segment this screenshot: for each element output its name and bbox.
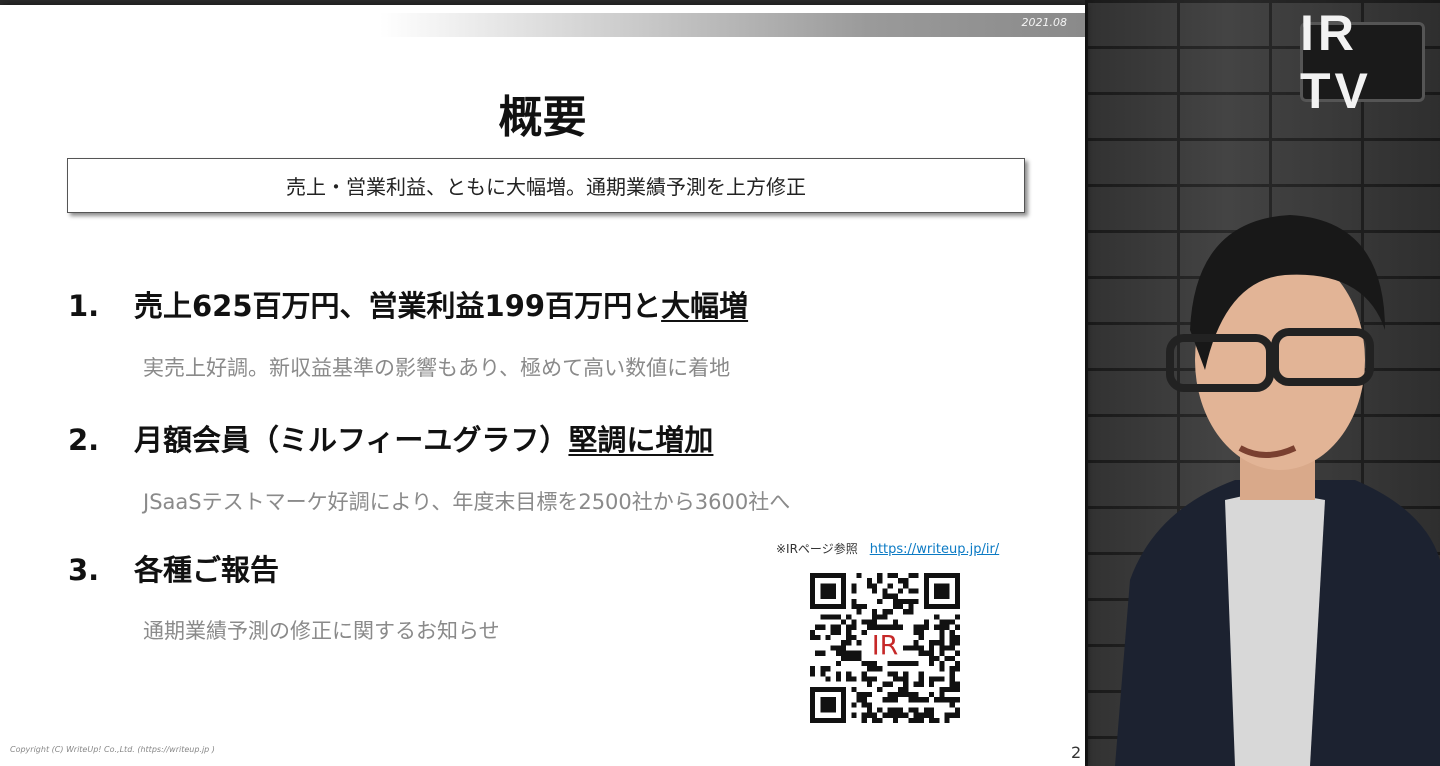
qr-code: IR: [810, 573, 960, 723]
copyright-text: Copyright (C) WriteUp! Co.,Ltd. (https:/…: [10, 745, 215, 754]
item-headline: 各種ご報告: [134, 553, 280, 587]
ir-page-link[interactable]: https://writeup.jp/ir/: [870, 542, 1000, 557]
logo-text: IR TV: [1300, 5, 1372, 119]
item-number: 1.: [68, 289, 100, 323]
item-3-detail: 通期業績予測の修正に関するお知らせ: [143, 619, 500, 643]
item-1-detail: 実売上好調。新収益基準の影響もあり、極めて高い数値に着地: [143, 356, 731, 380]
item-emphasis: 堅調に増加: [568, 423, 714, 457]
item-number: 3.: [68, 553, 100, 587]
slide-date: 2021.08: [1021, 16, 1068, 29]
presenter-video: [1115, 215, 1440, 766]
summary-box: 売上・営業利益、ともに大幅増。通期業績予測を上方修正: [67, 158, 1025, 213]
qr-center-label: IR: [872, 631, 899, 662]
item-2-detail: JSaaSテストマーケ好調により、年度末目標を2500社から3600社へ: [143, 490, 791, 514]
item-headline: 月額会員（ミルフィーユグラフ）: [134, 423, 569, 457]
item-headline: 売上625百万円、営業利益199百万円と: [134, 289, 662, 323]
ir-tv-logo: IR TV: [1300, 5, 1425, 119]
item-3: 3. 各種ご報告: [68, 547, 279, 589]
ir-page-note: ※IRページ参照 https://writeup.jp/ir/: [776, 540, 999, 557]
item-2: 2. 月額会員（ミルフィーユグラフ）堅調に増加: [68, 417, 713, 459]
slide-title: 概要: [498, 92, 587, 143]
summary-text: 売上・営業利益、ともに大幅増。通期業績予測を上方修正: [286, 175, 806, 199]
page-number: 2: [1071, 743, 1082, 762]
ir-note-label: ※IRページ参照: [776, 542, 858, 556]
presentation-slide: 2021.08 概要 売上・営業利益、ともに大幅増。通期業績予測を上方修正 1.…: [0, 5, 1085, 766]
item-number: 2.: [68, 423, 100, 457]
item-1: 1. 売上625百万円、営業利益199百万円と大幅増: [68, 283, 748, 325]
slide-header-bar: [0, 13, 1085, 37]
item-emphasis: 大幅増: [661, 289, 749, 323]
